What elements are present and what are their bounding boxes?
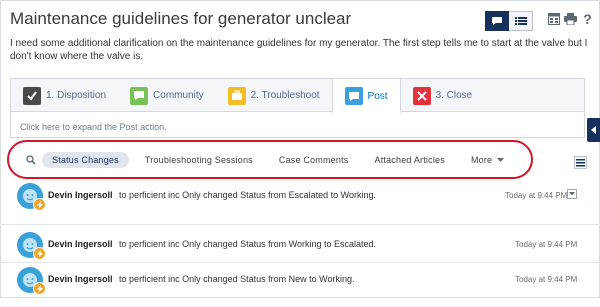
feed-item-body: to perficient inc Only changed Status fr…	[119, 274, 355, 284]
detail-view-button[interactable]	[509, 11, 533, 31]
feed-author-link[interactable]: Devin Ingersoll	[48, 190, 113, 200]
lightning-badge-icon	[33, 282, 46, 295]
filter-more-label: More	[470, 155, 493, 165]
close-icon	[412, 86, 431, 105]
tab-label: Community	[153, 90, 204, 101]
post-icon	[344, 87, 363, 105]
feed-divider	[0, 224, 600, 225]
feed-item: Devin Ingersoll to perficient inc Only c…	[0, 232, 600, 272]
expand-post-action[interactable]: Click here to expand the Post action.	[11, 112, 584, 142]
chevron-left-icon	[590, 126, 596, 134]
filter-case-comments[interactable]: Case Comments	[269, 152, 359, 168]
view-toggle	[485, 11, 533, 31]
case-title: Maintenance guidelines for generator unc…	[10, 9, 352, 28]
tab-troubleshoot[interactable]: 2. Troubleshoot	[216, 79, 332, 112]
checkbox-icon	[23, 86, 41, 105]
feed-item: Devin Ingersoll to perficient inc Only c…	[0, 183, 600, 223]
feed-timestamp[interactable]: Today at 9:44 PM	[515, 275, 577, 284]
tab-label: 3. Close	[435, 90, 473, 101]
tab-close[interactable]: 3. Close	[401, 79, 485, 112]
chat-icon	[130, 86, 149, 105]
case-description: I need some additional clarification on …	[10, 38, 588, 62]
list-icon	[514, 17, 527, 25]
printer-icon	[564, 13, 577, 25]
publisher-tabs: 1. Disposition Community 2. Troubleshoot…	[11, 79, 584, 113]
lightning-badge-icon	[33, 247, 46, 260]
layout-icon	[547, 13, 560, 25]
tab-disposition[interactable]: 1. Disposition	[11, 79, 118, 112]
feed-timestamp[interactable]: Today at 9:44 PM	[515, 240, 577, 249]
help-icon[interactable]: ?	[581, 11, 594, 27]
feed-filter-bar: Status Changes Troubleshooting Sessions …	[26, 150, 508, 170]
filter-lines-icon	[576, 158, 585, 166]
tab-label: 1. Disposition	[46, 90, 107, 101]
feed-author-link[interactable]: Devin Ingersoll	[48, 274, 113, 284]
feed-item-menu[interactable]	[567, 189, 577, 199]
chevron-down-icon	[569, 192, 575, 196]
feed-author-link[interactable]: Devin Ingersoll	[48, 239, 113, 249]
lightning-badge-icon	[33, 198, 46, 211]
feed-settings-button[interactable]	[574, 156, 587, 169]
speech-bubble-icon	[492, 17, 502, 25]
chevron-down-icon	[497, 157, 505, 162]
feed-timestamp[interactable]: Today at 9:44 PM	[505, 191, 567, 200]
tab-community[interactable]: Community	[118, 79, 216, 112]
search-icon[interactable]	[26, 153, 36, 167]
tab-label: Post	[367, 90, 388, 102]
feed-item-text: Devin Ingersoll to perficient inc Only c…	[48, 274, 355, 284]
publisher: 1. Disposition Community 2. Troubleshoot…	[10, 78, 585, 138]
sidebar-toggle[interactable]	[587, 118, 600, 142]
feed-view-button[interactable]	[485, 11, 509, 31]
filter-more-menu[interactable]: More	[461, 152, 514, 168]
print-button[interactable]	[564, 11, 577, 27]
feed-item-text: Devin Ingersoll to perficient inc Only c…	[48, 239, 376, 249]
feed-item-body: to perficient inc Only changed Status fr…	[119, 239, 377, 249]
filter-troubleshooting-sessions[interactable]: Troubleshooting Sessions	[135, 152, 263, 168]
feed-divider	[0, 262, 600, 263]
feed-item-body: to perficient inc Only changed Status fr…	[119, 190, 377, 200]
tab-post[interactable]: Post	[331, 79, 401, 113]
tab-label: 2. Troubleshoot	[250, 90, 320, 101]
layout-button[interactable]	[547, 11, 560, 27]
feed-item: Devin Ingersoll to perficient inc Only c…	[0, 267, 600, 307]
header-tools: ?	[547, 11, 594, 27]
filter-status-changes[interactable]: Status Changes	[42, 152, 129, 168]
briefcase-icon	[227, 86, 246, 105]
feed-item-text: Devin Ingersoll to perficient inc Only c…	[48, 190, 376, 200]
filter-attached-articles[interactable]: Attached Articles	[365, 152, 455, 168]
